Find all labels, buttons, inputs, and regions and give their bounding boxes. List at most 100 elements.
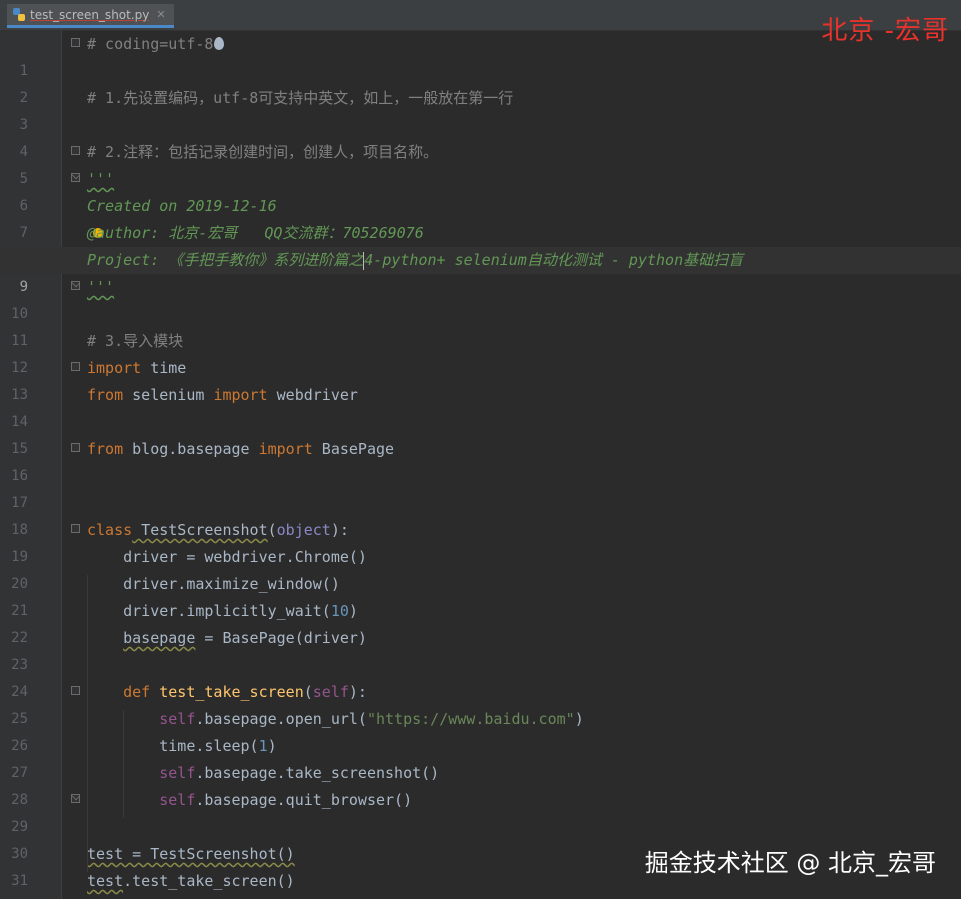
- fold-marker-icon[interactable]: [71, 362, 80, 371]
- code-line: 22 driver.implicitly_wait(10): [0, 598, 961, 646]
- code-token: # coding=utf-8: [87, 35, 214, 53]
- code-token: import: [87, 359, 142, 377]
- code-line: 18: [0, 490, 961, 538]
- code-line: 15: [0, 409, 961, 457]
- code-token: Created on 2019-12-16: [87, 197, 277, 215]
- code-line: 1 # coding=utf-8: [0, 31, 961, 79]
- code-token: 1: [258, 737, 268, 755]
- code-token: from: [87, 386, 124, 404]
- code-line: 6 ''': [0, 166, 961, 214]
- code-line: 30: [0, 814, 961, 862]
- code-token: time.sleep(: [87, 737, 259, 755]
- code-line: 20 driver = webdriver.Chrome(): [0, 544, 961, 592]
- code-token: self: [159, 764, 196, 782]
- code-line: 26 self.basepage.open_url("https://www.b…: [0, 706, 961, 754]
- code-token: ''': [87, 170, 115, 188]
- code-token: .basepage.open_url(: [195, 710, 367, 728]
- fold-marker-icon[interactable]: [71, 38, 80, 47]
- close-icon[interactable]: ✕: [156, 8, 165, 21]
- code-token: self: [159, 710, 196, 728]
- code-token: = BasePage(driver): [195, 629, 367, 647]
- code-line: 25 def test_take_screen(self):: [0, 679, 961, 727]
- line-number: 32: [0, 895, 28, 899]
- code-line: 21 driver.maximize_window(): [0, 571, 961, 619]
- code-token: test = TestScreenshot(): [87, 845, 295, 863]
- code-line: 11: [0, 301, 961, 349]
- code-line: 19 class TestScreenshot(object):: [0, 517, 961, 565]
- code-token: time: [141, 359, 187, 377]
- code-token: "https://www.baidu.com": [366, 710, 575, 728]
- code-token: test: [87, 872, 124, 890]
- code-token: ):: [330, 521, 349, 539]
- code-line: 24: [0, 652, 961, 700]
- watermark-community: 掘金技术社区 @ 北京_宏哥: [644, 849, 936, 877]
- code-token: self: [159, 791, 196, 809]
- indent-guide: [87, 575, 88, 872]
- code-token: driver.implicitly_wait(: [87, 602, 331, 620]
- code-token: .basepage.take_screenshot(): [195, 764, 440, 782]
- tab-test-screen-shot[interactable]: test_screen_shot.py ✕: [7, 4, 174, 28]
- code-line: 5 # 2.注释：包括记录创建时间，创建人，项目名称。: [0, 139, 961, 187]
- code-line: 10 ''': [0, 274, 961, 322]
- code-token: TestScreenshot: [132, 521, 268, 539]
- code-line: 27 time.sleep(1): [0, 733, 961, 781]
- tab-label: test_screen_shot.py: [30, 7, 150, 22]
- code-line: 29 self.basepage.quit_browser(): [0, 787, 961, 835]
- code-line: 14 from selenium import webdriver: [0, 382, 961, 430]
- code-token: ): [267, 737, 277, 755]
- code-token: driver.maximize_window(): [87, 575, 340, 593]
- code-token: .test_take_screen(): [123, 872, 295, 890]
- code-token: ):: [348, 683, 367, 701]
- code-token: (: [303, 683, 313, 701]
- code-token: ): [348, 602, 358, 620]
- code-line: 8 @author: 北京-宏哥 QQ交流群：705269076: [0, 220, 961, 268]
- code-line: 4: [0, 112, 961, 160]
- python-file-icon: [13, 7, 25, 22]
- code-line-current: 9 Project: 《手把手教你》系列进阶篇之4-python+ seleni…: [0, 247, 961, 295]
- code-token: (: [267, 521, 277, 539]
- code-line: 7 Created on 2019-12-16: [0, 193, 961, 241]
- fold-end-marker-icon[interactable]: [71, 173, 80, 182]
- fold-marker-icon[interactable]: [71, 524, 80, 533]
- watermark-author: 北京 -宏哥: [821, 16, 949, 46]
- code-token: # 2.注释：包括记录创建时间，创建人，项目名称。: [87, 143, 439, 161]
- code-token: ''': [87, 278, 115, 296]
- code-token: @author: 北京-宏哥 QQ交流群：705269076: [87, 224, 424, 242]
- fold-marker-icon[interactable]: [71, 686, 80, 695]
- code-token: object: [276, 521, 331, 539]
- code-editor-window: test_screen_shot.py ✕ 1 # coding=utf-8 2…: [0, 0, 961, 899]
- code-token: ): [574, 710, 584, 728]
- code-token: driver = webdriver.Chrome(): [87, 548, 367, 566]
- code-token: basepage: [123, 629, 196, 647]
- fold-end-marker-icon[interactable]: [71, 281, 80, 290]
- code-token: from: [87, 440, 124, 458]
- code-token: .basepage.quit_browser(): [195, 791, 413, 809]
- code-line: 13 import time: [0, 355, 961, 403]
- fold-marker-icon[interactable]: [71, 443, 80, 452]
- code-token: blog.basepage: [123, 440, 259, 458]
- code-token: selenium: [123, 386, 214, 404]
- code-line: 23 basepage = BasePage(driver): [0, 625, 961, 673]
- fold-end-marker-icon[interactable]: [71, 794, 80, 803]
- code-line: 17: [0, 463, 961, 511]
- editor-tab-bar: test_screen_shot.py ✕: [0, 0, 961, 31]
- code-area[interactable]: 1 # coding=utf-8 2 3 # 1.先设置编码，utf-8可支持中…: [0, 31, 961, 895]
- code-line: 12 # 3.导入模块: [0, 328, 961, 376]
- fold-marker-icon[interactable]: [71, 146, 80, 155]
- code-line: 16 from blog.basepage import BasePage: [0, 436, 961, 484]
- indent-guide: [123, 710, 124, 818]
- code-token: Project: 《手把手教你》系列进阶篇之: [87, 251, 364, 269]
- code-token: 10: [330, 602, 349, 620]
- code-token: import: [213, 386, 268, 404]
- code-line: 28 self.basepage.take_screenshot(): [0, 760, 961, 808]
- hand-cursor-icon: [214, 37, 225, 50]
- code-token: import: [258, 440, 313, 458]
- code-token: def: [123, 683, 151, 701]
- code-token: class: [87, 521, 133, 539]
- code-token: test_take_screen: [159, 683, 304, 701]
- code-token: # 3.导入模块: [87, 332, 184, 350]
- code-line: 2: [0, 58, 961, 106]
